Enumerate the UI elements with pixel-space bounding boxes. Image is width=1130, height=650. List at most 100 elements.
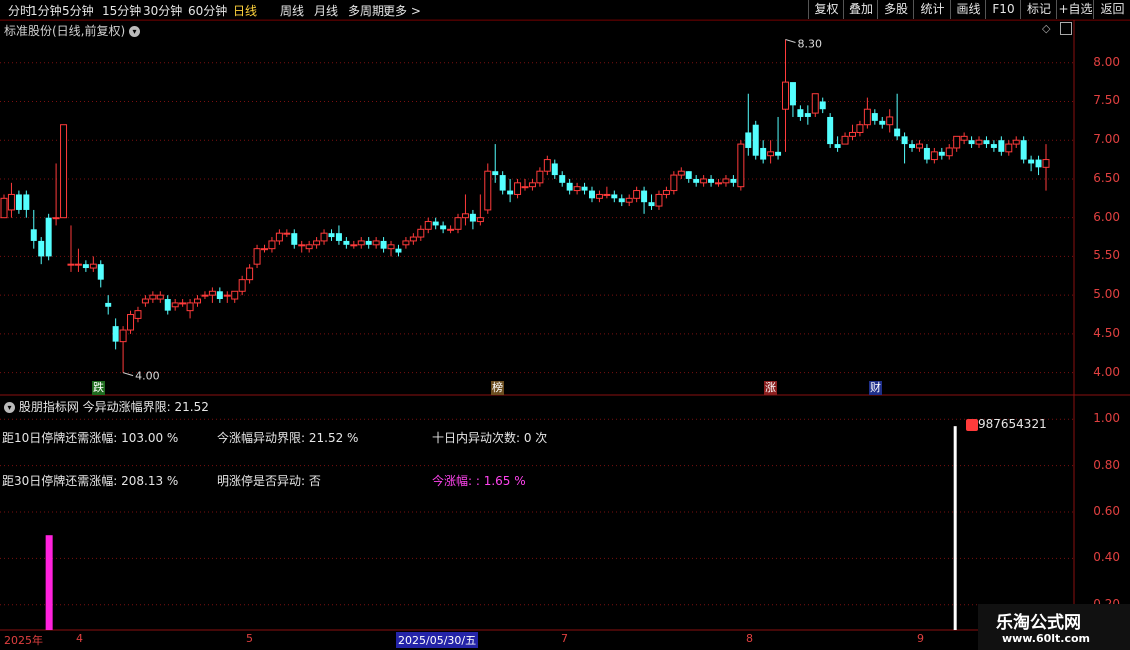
candle-body xyxy=(894,128,901,137)
price-tick-label: 8.00 xyxy=(1093,54,1120,69)
candle-body xyxy=(507,190,514,195)
candle-body xyxy=(618,198,625,203)
candle-body xyxy=(848,131,856,137)
candle-body xyxy=(171,302,179,308)
candle-body xyxy=(708,178,715,183)
candle-body xyxy=(499,175,506,191)
home-icon xyxy=(966,418,978,431)
candle-body xyxy=(454,217,462,230)
candle-body xyxy=(231,290,239,300)
candle-body xyxy=(789,82,796,106)
candle-body xyxy=(52,217,60,220)
event-tag[interactable]: 跌 xyxy=(92,381,105,395)
candle-body xyxy=(819,101,826,110)
candle-body xyxy=(655,193,663,207)
candle-body xyxy=(662,190,670,195)
candle-body xyxy=(216,291,223,300)
candle-body xyxy=(760,147,767,160)
candle-body xyxy=(291,233,298,245)
candle-body xyxy=(915,143,923,149)
candle-body xyxy=(208,290,216,296)
candle-body xyxy=(268,240,276,250)
candle-body xyxy=(670,174,678,192)
date-label: 5 xyxy=(246,632,253,645)
candle-body xyxy=(141,298,149,304)
watermark-title: 乐淘公式网 xyxy=(996,613,1081,633)
candle-body xyxy=(112,326,119,342)
candle-body xyxy=(998,140,1005,152)
candle-body xyxy=(834,144,841,148)
candle-body xyxy=(611,194,618,199)
candle-body xyxy=(15,194,22,210)
row1-col1: 距10日停牌还需涨幅: 103.00 % xyxy=(2,431,179,445)
candle-body xyxy=(871,113,878,121)
candle-body xyxy=(424,221,432,230)
candle-body xyxy=(588,190,595,199)
candle-body xyxy=(60,124,68,219)
candle-body xyxy=(715,182,723,185)
candle-body xyxy=(328,233,335,238)
candle-body xyxy=(938,151,945,156)
candle-body xyxy=(514,182,522,195)
indicator-tick-label: 0.80 xyxy=(1093,457,1120,472)
candle-body xyxy=(357,240,365,246)
candle-body xyxy=(1035,159,1042,168)
candle-body xyxy=(1012,139,1020,145)
candle-body xyxy=(484,170,492,211)
event-tag[interactable]: 榜 xyxy=(491,381,504,395)
candle-body xyxy=(305,244,313,250)
candle-body xyxy=(879,120,886,125)
event-tag[interactable]: 财 xyxy=(869,381,882,395)
candle-body xyxy=(863,108,871,126)
candle-body xyxy=(45,217,52,257)
row2-col3: 今涨幅: : 1.65 % xyxy=(432,474,526,488)
candle-body xyxy=(677,170,685,176)
date-label: 2025/05/30/五 xyxy=(396,632,479,648)
indicator-name: 股朋指标网 xyxy=(18,400,79,414)
price-chart[interactable]: 8.30 4.00 xyxy=(0,0,1130,650)
candle-body xyxy=(745,132,752,148)
candle-body xyxy=(730,178,737,183)
indicator-bar xyxy=(953,426,957,630)
candle-body xyxy=(909,144,916,148)
indicator-tick-label: 0.40 xyxy=(1093,550,1120,565)
candle-body xyxy=(97,264,104,280)
event-tag[interactable]: 涨 xyxy=(764,381,777,395)
candle-body xyxy=(0,197,8,219)
candle-body xyxy=(89,263,97,269)
row2-col1: 距30日停牌还需涨幅: 208.13 % xyxy=(2,474,179,488)
candle-body xyxy=(365,240,372,245)
candle-body xyxy=(409,236,417,242)
high-marker-line xyxy=(785,39,796,43)
chevron-down-icon[interactable]: ▾ xyxy=(4,402,15,413)
candle-body xyxy=(693,178,700,183)
candle-body xyxy=(380,240,387,249)
candle-body xyxy=(536,170,544,184)
candle-body xyxy=(1005,143,1013,153)
candle-body xyxy=(700,178,708,184)
candle-body xyxy=(38,240,45,257)
candle-body xyxy=(298,244,306,247)
candle-body xyxy=(164,299,171,311)
candle-body xyxy=(179,302,187,305)
candle-body xyxy=(648,202,655,207)
candle-body xyxy=(886,116,894,126)
low-price-label: 4.00 xyxy=(135,370,160,383)
candle-body xyxy=(261,248,268,251)
price-tick-label: 5.00 xyxy=(1093,287,1120,302)
date-label: 2025年 xyxy=(4,634,43,647)
price-tick-label: 4.00 xyxy=(1093,364,1120,379)
candle-body xyxy=(238,279,246,292)
candle-body xyxy=(119,329,127,343)
price-tick-label: 6.00 xyxy=(1093,209,1120,224)
candle-body xyxy=(1020,140,1027,160)
candle-body xyxy=(343,240,350,245)
candle-body xyxy=(313,240,321,246)
candle-body xyxy=(722,178,730,184)
candle-body xyxy=(811,93,819,114)
candle-body xyxy=(767,151,775,157)
candle-body xyxy=(625,197,633,203)
candle-body xyxy=(432,221,439,226)
candle-body xyxy=(841,135,849,145)
candle-body xyxy=(105,302,112,307)
